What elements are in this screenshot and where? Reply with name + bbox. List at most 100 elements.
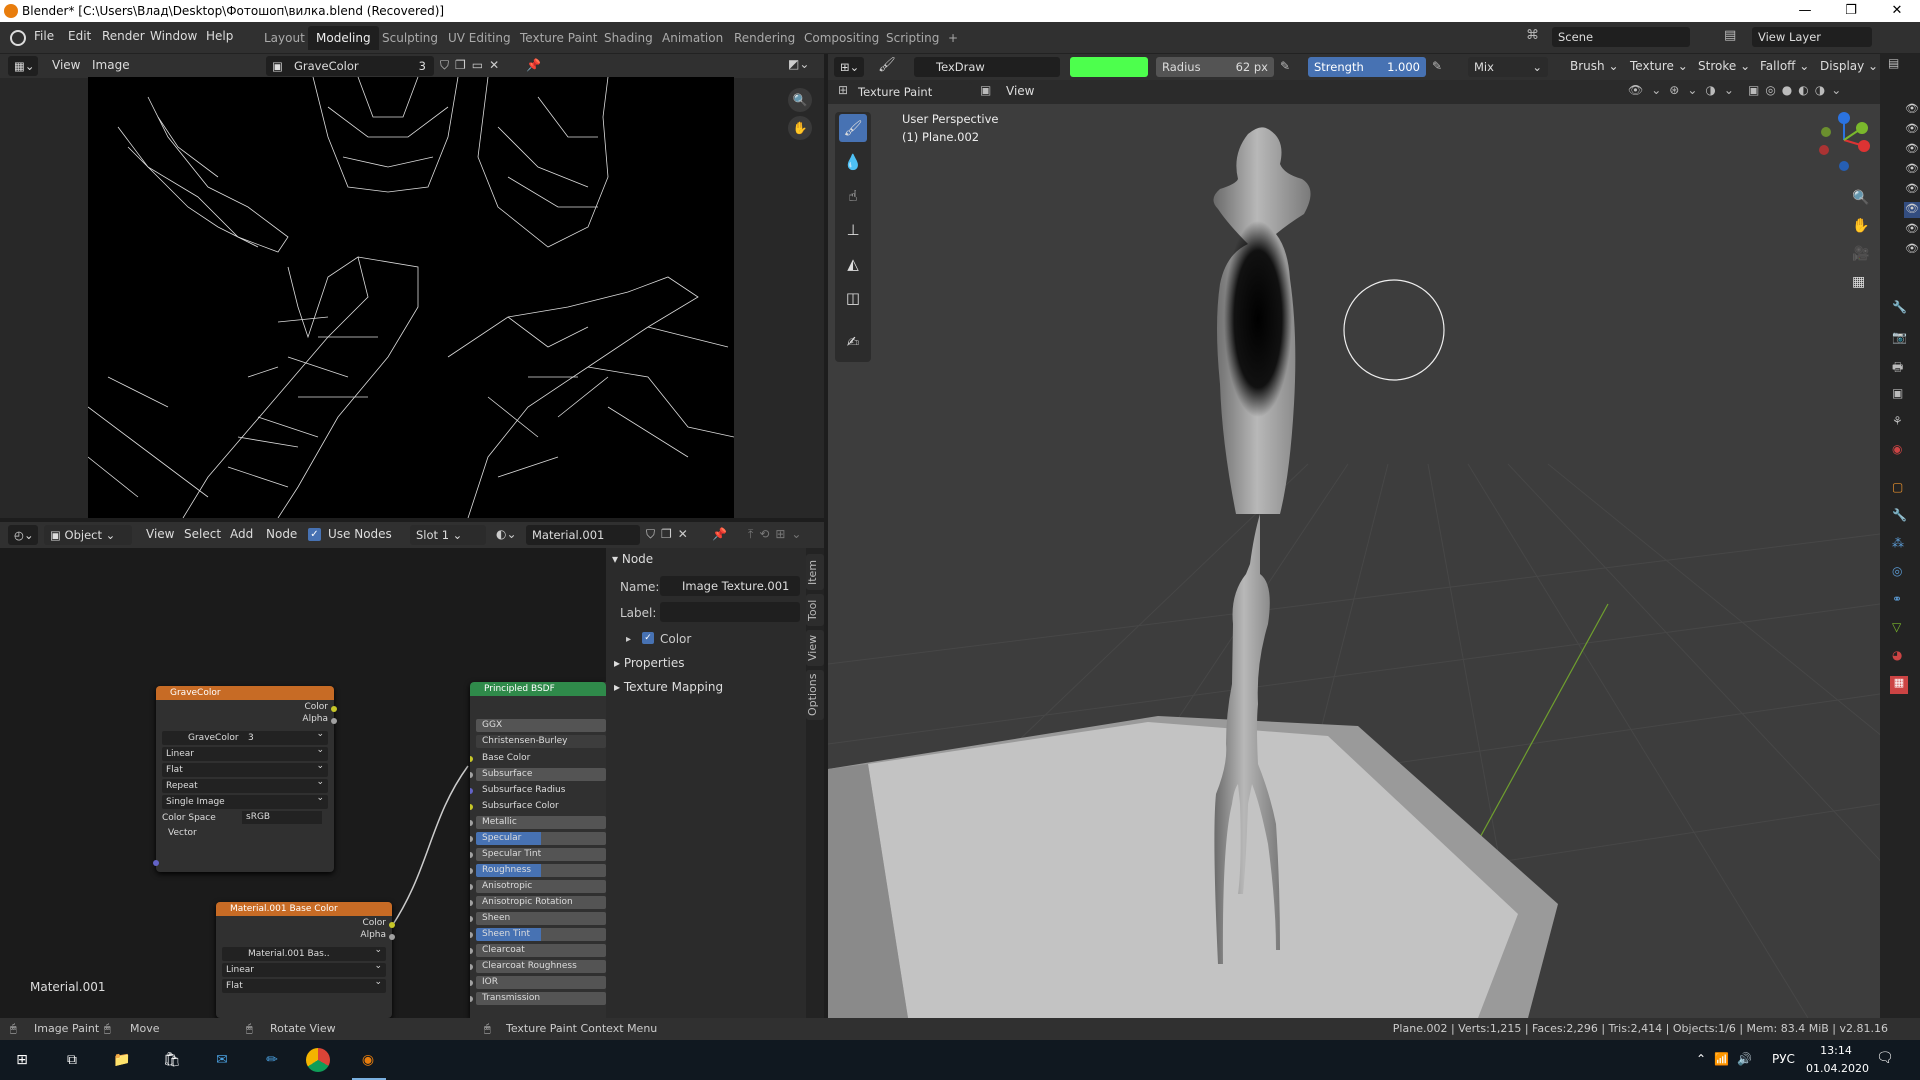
notifications-icon[interactable]: 🗨 xyxy=(1876,1050,1894,1066)
extension-dropdown[interactable]: Repeat xyxy=(162,775,328,793)
texture-mapping-section[interactable]: ▸ Texture Mapping xyxy=(614,680,723,694)
input-socket[interactable] xyxy=(470,900,473,906)
scene-props-icon[interactable]: ⚘ xyxy=(1892,414,1903,428)
shading-mode-icons[interactable]: ▣◎●◐◑⌄ xyxy=(1748,83,1847,97)
file-explorer-icon[interactable]: 📁 xyxy=(110,1048,134,1072)
tab-tool[interactable]: Tool xyxy=(806,594,824,626)
annotate-tool-icon[interactable]: ✍ xyxy=(839,328,867,356)
display-menu[interactable]: Display ⌄ xyxy=(1820,59,1878,73)
color-socket[interactable] xyxy=(331,706,337,712)
image-texture-node[interactable]: GraveColor Color Alpha GraveColor 3 Line… xyxy=(153,686,337,872)
interpolation-dropdown[interactable]: Linear xyxy=(162,743,328,761)
menu-render[interactable]: Render xyxy=(102,29,145,43)
node-image-selector[interactable]: Material.001 Bas.. xyxy=(222,943,386,961)
input-socket[interactable] xyxy=(470,884,473,890)
properties-section[interactable]: ▸ Properties xyxy=(614,656,685,670)
input-socket[interactable] xyxy=(470,804,473,810)
image-menu-view[interactable]: View xyxy=(52,58,80,72)
uv-texture-image[interactable] xyxy=(88,77,734,518)
blender-taskbar-icon[interactable]: ◉ xyxy=(356,1048,380,1072)
draw-tool-icon[interactable]: 🖌 xyxy=(839,114,867,142)
node-menu-select[interactable]: Select xyxy=(184,527,221,541)
object-props-icon[interactable]: ▢ xyxy=(1892,480,1903,494)
tab-view[interactable]: View xyxy=(806,630,824,666)
image-selector[interactable]: GraveColor ▣ 3 xyxy=(266,56,434,76)
input-socket[interactable] xyxy=(470,836,473,842)
bsdf-input[interactable]: Subsurface xyxy=(470,768,606,781)
input-socket[interactable] xyxy=(470,868,473,874)
input-socket[interactable] xyxy=(470,772,473,778)
mask-tool-icon[interactable]: ◫ xyxy=(839,284,867,312)
alpha-socket[interactable] xyxy=(389,934,395,940)
expand-color-icon[interactable]: ▸ xyxy=(626,634,631,645)
clock-date[interactable]: 01.04.2020 xyxy=(1806,1062,1869,1075)
projection-dropdown[interactable]: Flat xyxy=(162,759,328,777)
world-props-icon[interactable]: ◉ xyxy=(1892,442,1902,456)
viewport-pan-icon[interactable]: ✋ xyxy=(1852,218,1869,234)
node-editor-view[interactable]: GraveColor Color Alpha GraveColor 3 Line… xyxy=(0,548,606,1018)
input-socket[interactable] xyxy=(470,788,473,794)
node-header-icons[interactable]: ⤒⟲⊞⌄ xyxy=(748,527,807,542)
node-section-header[interactable]: ▾ Node xyxy=(612,552,653,566)
principled-bsdf-node[interactable]: Principled BSDF GGX Christensen-Burley B… xyxy=(470,682,606,1018)
bsdf-input[interactable]: Specular xyxy=(470,832,606,845)
image-texture-node-2[interactable]: Material.001 Base Color Color Alpha Mate… xyxy=(216,902,395,1018)
image-actions[interactable]: ⛉❐▭✕ xyxy=(440,58,505,73)
interpolation-dropdown[interactable]: Linear xyxy=(222,959,386,977)
visibility-gizmo-icons[interactable]: 👁⌄⊛⌄◑⌄ xyxy=(1628,83,1742,97)
node-name-field[interactable]: Image Texture.001 xyxy=(660,576,800,596)
camera-view-icon[interactable]: 🎥 xyxy=(1852,246,1869,262)
pin-icon[interactable]: 📌 xyxy=(526,58,541,72)
strength-pressure-icon[interactable]: ✎ xyxy=(1432,59,1442,73)
radius-pressure-icon[interactable]: ✎ xyxy=(1280,59,1290,73)
view-layer-field[interactable]: View Layer xyxy=(1752,27,1872,47)
menu-edit[interactable]: Edit xyxy=(68,29,91,43)
smear-tool-icon[interactable]: ☝ xyxy=(839,182,867,210)
bsdf-input[interactable]: Anisotropic Rotation xyxy=(470,896,606,909)
close-button[interactable]: ✕ xyxy=(1874,0,1920,22)
material-actions[interactable]: ⛉❐✕ xyxy=(646,527,694,542)
tab-texture-paint[interactable]: Texture Paint xyxy=(512,26,605,50)
tab-rendering[interactable]: Rendering xyxy=(726,26,803,50)
bsdf-input[interactable]: Sheen xyxy=(470,912,606,925)
fill-tool-icon[interactable]: ◭ xyxy=(839,250,867,278)
tab-options[interactable]: Options xyxy=(806,670,824,720)
tab-scripting[interactable]: Scripting xyxy=(878,26,947,50)
node-menu-add[interactable]: Add xyxy=(230,527,253,541)
input-socket[interactable] xyxy=(470,756,473,762)
constraints-props-icon[interactable]: ⚭ xyxy=(1892,592,1902,606)
bsdf-input[interactable]: Metallic xyxy=(470,816,606,829)
bsdf-input[interactable]: Clearcoat xyxy=(470,944,606,957)
viewport-type-icon[interactable]: ⊞ xyxy=(838,83,848,97)
brush-tool-icon[interactable]: 🖌 xyxy=(878,57,896,73)
output-props-icon[interactable]: 🖶 xyxy=(1892,358,1903,379)
tool-props-icon[interactable]: 🔧 xyxy=(1892,300,1907,314)
tab-item[interactable]: Item xyxy=(806,554,824,590)
bsdf-input[interactable]: Anisotropic xyxy=(470,880,606,893)
distribution-dropdown[interactable]: GGX xyxy=(476,719,606,732)
node-image-selector[interactable]: GraveColor 3 xyxy=(162,727,328,745)
mail-icon[interactable]: ✉ xyxy=(210,1048,234,1072)
bsdf-input[interactable]: Clearcoat Roughness xyxy=(470,960,606,973)
slot-dropdown[interactable]: Slot 1 ⌄ xyxy=(410,525,486,545)
navigation-gizmo[interactable] xyxy=(1794,110,1874,180)
node-editor-type-button[interactable]: ◴⌄ xyxy=(8,525,38,545)
input-socket[interactable] xyxy=(470,820,473,826)
visibility-eye-icon[interactable]: 👁 xyxy=(1904,222,1920,238)
visibility-eye-icon[interactable]: 👁 xyxy=(1904,162,1920,178)
subsurface-method-dropdown[interactable]: Christensen-Burley xyxy=(476,735,606,748)
color-space-dropdown[interactable]: sRGB xyxy=(242,811,322,824)
bsdf-input[interactable]: Subsurface Color xyxy=(470,800,606,813)
texture-menu[interactable]: Texture ⌄ xyxy=(1630,59,1688,73)
minimize-button[interactable]: — xyxy=(1782,0,1828,22)
falloff-menu[interactable]: Falloff ⌄ xyxy=(1760,59,1809,73)
bsdf-input[interactable]: Subsurface Radius xyxy=(470,784,606,797)
projection-dropdown[interactable]: Flat xyxy=(222,975,386,993)
radius-slider[interactable]: Radius 62 px xyxy=(1156,57,1274,77)
image-menu-image[interactable]: Image xyxy=(92,58,130,72)
source-dropdown[interactable]: Single Image xyxy=(162,791,328,809)
display-mode-icon[interactable]: ◩⌄ xyxy=(788,57,809,71)
pin-node-icon[interactable]: 📌 xyxy=(712,527,727,541)
bsdf-input[interactable]: Base Color xyxy=(470,752,606,765)
viewport-menu-view[interactable]: View xyxy=(980,84,1034,98)
